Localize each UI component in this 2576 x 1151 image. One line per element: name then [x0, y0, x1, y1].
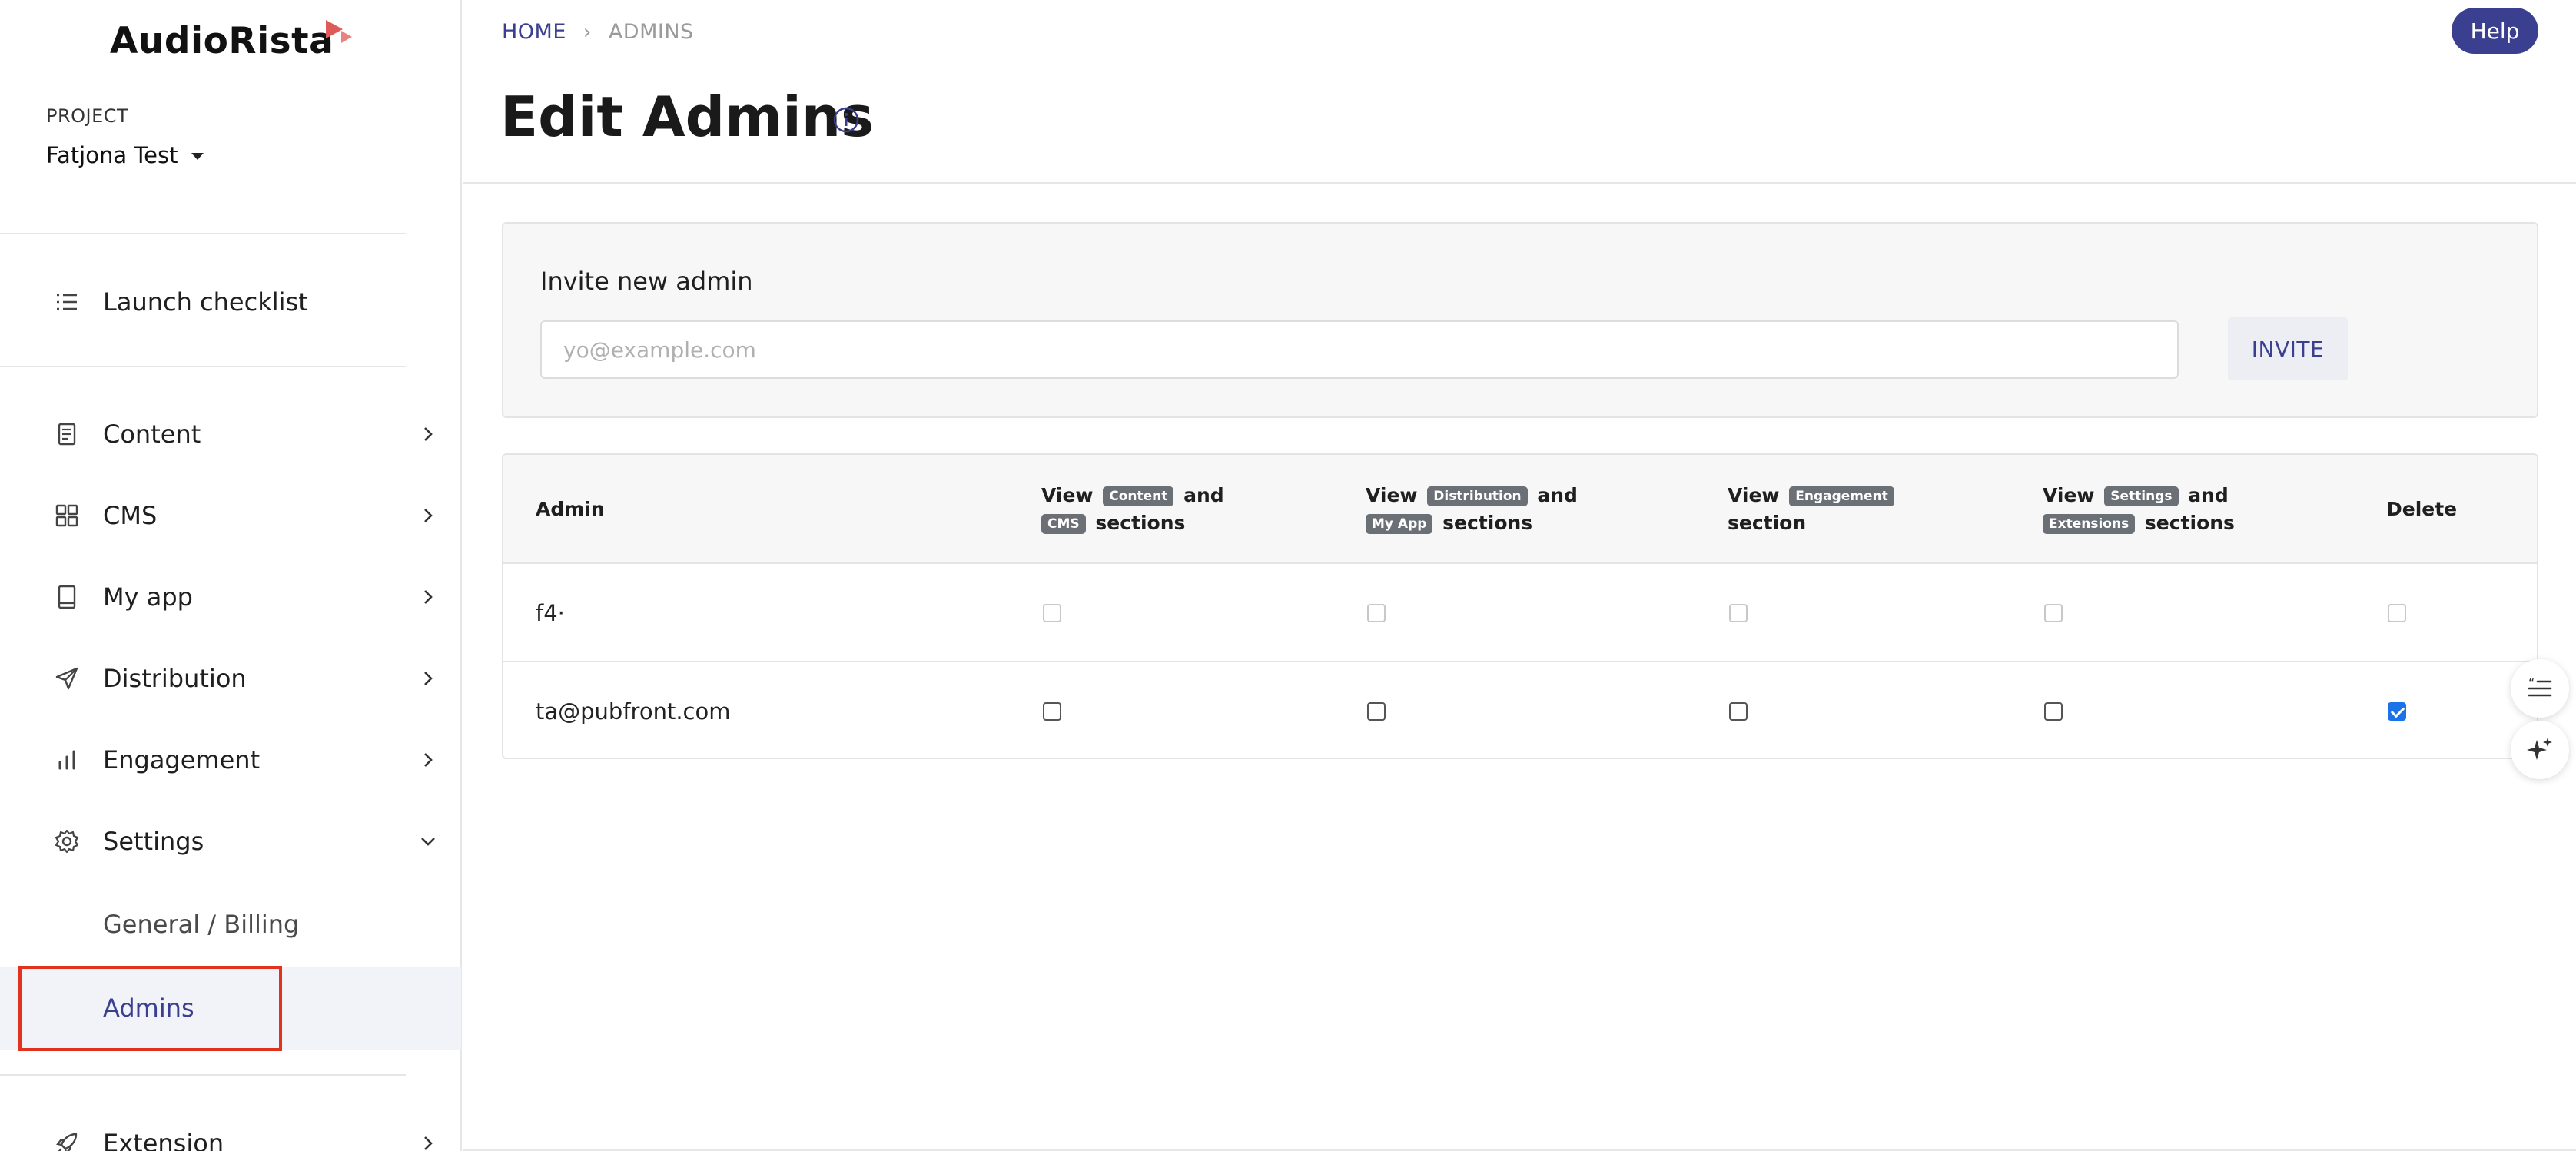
- invite-title: Invite new admin: [540, 267, 753, 296]
- sidebar-item-label: Settings: [103, 827, 204, 856]
- sidebar-item-settings[interactable]: Settings: [0, 803, 461, 880]
- sidebar-divider: [0, 1074, 406, 1076]
- project-label: PROJECT: [46, 105, 129, 127]
- tablet-icon: [58, 585, 76, 609]
- project-name: Fatjona Test: [46, 142, 178, 168]
- app-logo[interactable]: AudioRista: [110, 20, 334, 62]
- sidebar-item-engagement[interactable]: Engagement: [0, 721, 461, 798]
- delete-checkbox[interactable]: [2388, 702, 2406, 721]
- breadcrumb-home-link[interactable]: HOME: [502, 20, 566, 44]
- ai-sparkle-floating-button[interactable]: [2511, 721, 2569, 779]
- info-icon[interactable]: [832, 106, 860, 134]
- invite-email-input[interactable]: [540, 320, 2179, 379]
- permission-distribution-checkbox[interactable]: [1367, 604, 1386, 622]
- chevron-down-icon: [421, 838, 435, 846]
- sidebar-subitem-label: Admins: [103, 993, 194, 1023]
- chevron-right-icon: [424, 672, 433, 685]
- column-header-settings-extensions: View Settings and Extensions sections: [2043, 484, 2235, 534]
- column-header-engagement: View Engagement section: [1728, 455, 1897, 564]
- sidebar-item-extension[interactable]: Extension: [0, 1105, 461, 1151]
- sparkle-icon: [2527, 738, 2552, 760]
- logo-play-icon: [326, 20, 352, 43]
- notes-floating-button[interactable]: “: [2511, 659, 2569, 718]
- sidebar-divider: [0, 233, 406, 234]
- send-icon: [55, 667, 78, 690]
- rocket-icon: [56, 1133, 78, 1151]
- engagement-tag: Engagement: [1789, 486, 1894, 506]
- column-header-delete: Delete: [2386, 498, 2458, 520]
- sidebar-item-label: CMS: [103, 501, 158, 530]
- bar-chart-icon: [58, 750, 75, 770]
- admins-table: Admin View Content and CMS sections View…: [502, 453, 2538, 759]
- admin-email: ta@pubfront.com: [536, 698, 731, 725]
- sidebar-subitem-admins[interactable]: Admins: [0, 967, 461, 1050]
- header-divider: [463, 182, 2576, 184]
- table-row: f4·: [503, 564, 2537, 662]
- checklist-icon: [57, 294, 77, 310]
- sidebar-item-label: Content: [103, 420, 201, 449]
- page-title: Edit Admins: [500, 85, 874, 149]
- permission-settings-checkbox[interactable]: [2044, 702, 2063, 721]
- table-header: Admin View Content and CMS sections View…: [503, 455, 2537, 564]
- breadcrumb: HOME › ADMINS: [502, 20, 694, 44]
- caret-down-icon: [191, 153, 204, 160]
- my-app-tag: My App: [1366, 514, 1433, 534]
- sidebar-item-my-app[interactable]: My app: [0, 559, 461, 635]
- sidebar-divider: [0, 366, 406, 367]
- sidebar-item-label: Distribution: [103, 664, 247, 693]
- project-selector[interactable]: Fatjona Test: [46, 142, 204, 168]
- chevron-right-icon: [424, 427, 433, 441]
- sidebar-item-distribution[interactable]: Distribution: [0, 640, 461, 717]
- sidebar-item-label: My app: [103, 582, 193, 612]
- chevron-right-icon: [424, 1136, 433, 1150]
- sidebar-item-label: Launch checklist: [103, 287, 308, 317]
- quote-notes-icon: “: [2528, 675, 2552, 697]
- chevron-right-icon: [424, 753, 433, 767]
- chevron-right-icon: [424, 509, 433, 522]
- permission-engagement-checkbox[interactable]: [1729, 702, 1748, 721]
- sidebar-item-label: Engagement: [103, 745, 261, 775]
- sidebar-item-content[interactable]: Content: [0, 396, 461, 473]
- extensions-tag: Extensions: [2043, 514, 2136, 534]
- sidebar-item-launch-checklist[interactable]: Launch checklist: [0, 264, 461, 340]
- breadcrumb-current: ADMINS: [608, 20, 694, 44]
- chevron-right-icon: [424, 590, 433, 604]
- column-header-distribution-myapp: View Distribution and My App sections: [1366, 484, 1578, 534]
- permission-engagement-checkbox[interactable]: [1729, 604, 1748, 622]
- sidebar: AudioRista PROJECT Fatjona Test Launch c…: [0, 0, 462, 1151]
- admin-email: f4·: [536, 600, 565, 626]
- sidebar-subitem-general-billing[interactable]: General / Billing: [0, 883, 461, 966]
- main-content: HOME › ADMINS Help Edit Admins Invite ne…: [463, 0, 2576, 1151]
- permission-distribution-checkbox[interactable]: [1367, 702, 1386, 721]
- column-header-admin: Admin: [536, 498, 605, 520]
- invite-button[interactable]: INVITE: [2228, 317, 2348, 380]
- table-row: ta@pubfront.com: [503, 662, 2537, 758]
- sidebar-subitem-label: General / Billing: [103, 910, 300, 939]
- settings-tag: Settings: [2104, 486, 2179, 506]
- permission-content-checkbox[interactable]: [1043, 604, 1061, 622]
- help-button[interactable]: Help: [2452, 8, 2538, 54]
- content-tag: Content: [1103, 486, 1174, 506]
- column-header-content-cms: View Content and CMS sections: [1041, 484, 1224, 534]
- sidebar-item-cms[interactable]: CMS: [0, 477, 461, 554]
- invite-admin-card: Invite new admin INVITE: [502, 222, 2538, 418]
- grid-icon: [55, 504, 78, 527]
- sidebar-item-label: Extension: [103, 1129, 224, 1151]
- gear-icon: [55, 829, 79, 854]
- cms-tag: CMS: [1041, 514, 1086, 534]
- permission-settings-checkbox[interactable]: [2044, 604, 2063, 622]
- breadcrumb-separator: ›: [583, 20, 592, 44]
- permission-content-checkbox[interactable]: [1043, 702, 1061, 721]
- distribution-tag: Distribution: [1427, 486, 1528, 506]
- document-icon: [58, 423, 76, 446]
- delete-checkbox[interactable]: [2388, 604, 2406, 622]
